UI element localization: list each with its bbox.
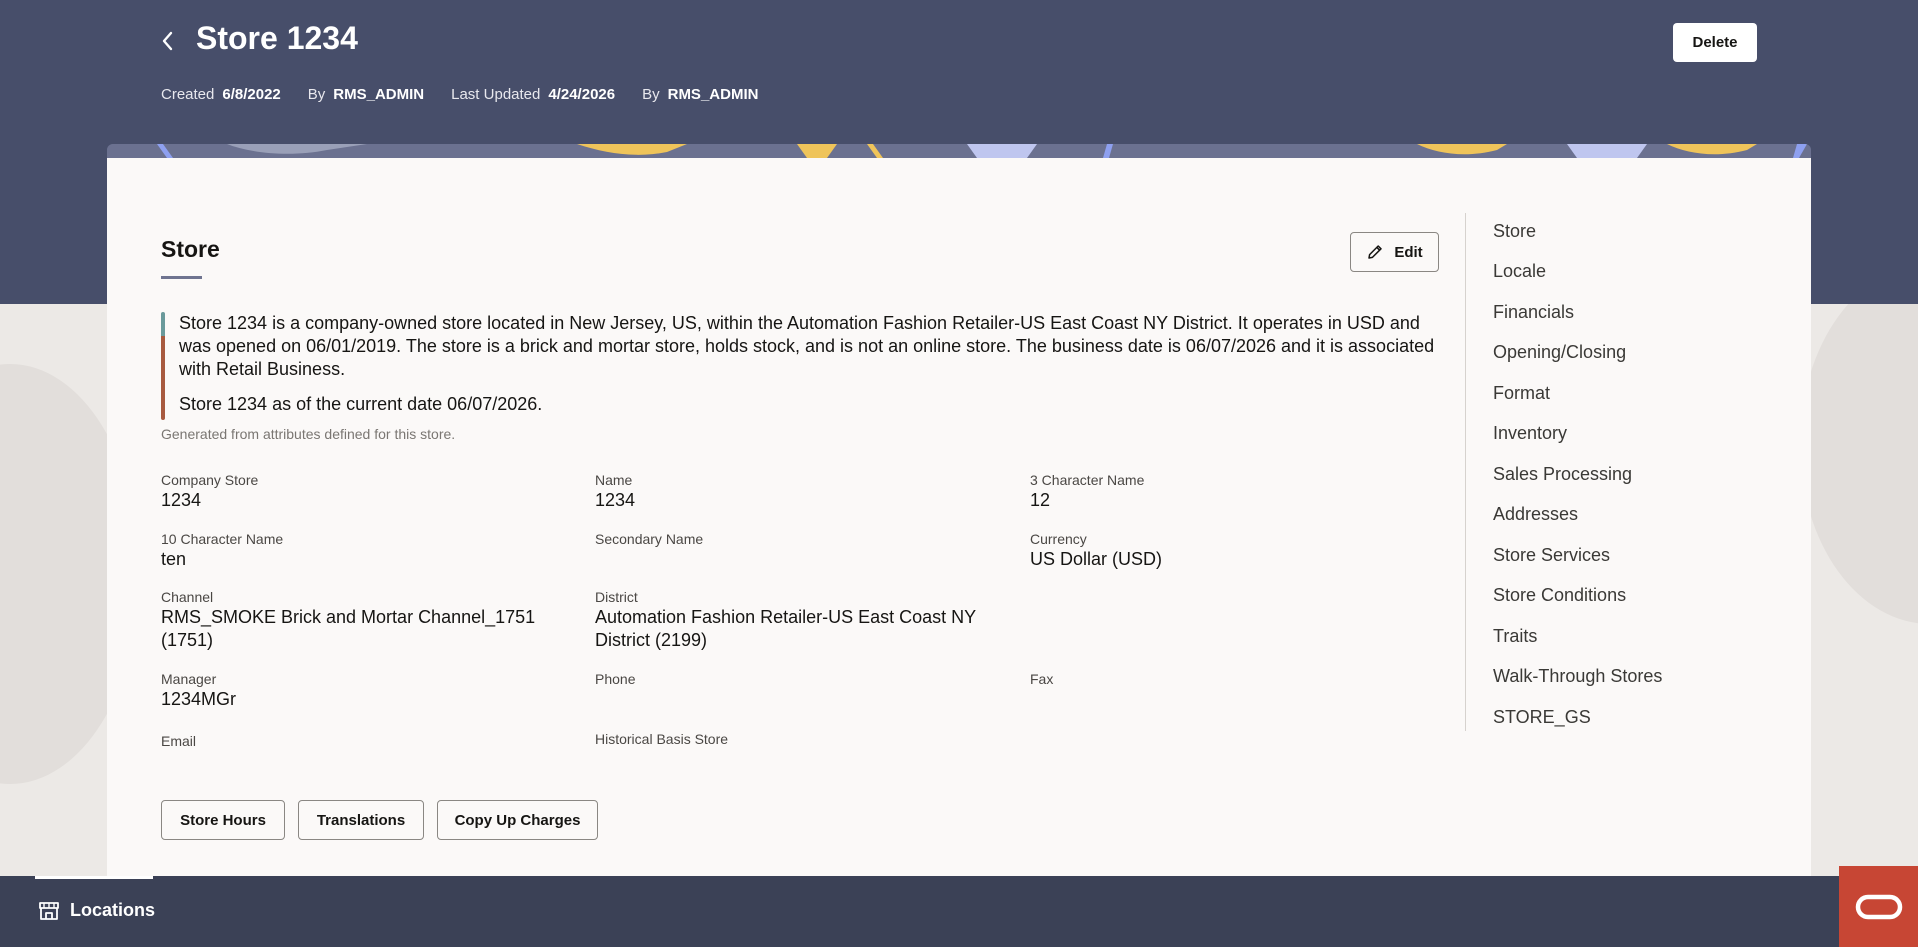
field-label: Currency [1030,531,1087,547]
summary-accent-bar [161,312,165,420]
ai-summary: Store 1234 is a company-owned store loca… [161,312,1441,428]
store-hours-button[interactable]: Store Hours [161,800,285,840]
record-metadata: Created 6/8/2022 By RMS_ADMIN Last Updat… [161,86,785,103]
field-label: Historical Basis Store [595,731,729,747]
locations-tab[interactable]: Locations [38,900,155,921]
page-title: Store 1234 [196,20,358,56]
chevron-left-icon [162,31,173,51]
updated-by-value: RMS_ADMIN [667,86,759,103]
field-value: 1234 [161,490,202,510]
section-title: Store [161,236,220,262]
copy-up-charges-button[interactable]: Copy Up Charges [437,800,598,840]
field-label: District [595,589,638,605]
field-label: Secondary Name [595,531,704,547]
field-value: 1234 [595,490,636,510]
field-currency: Currency US Dollar (USD) [1030,530,1162,571]
field-label: Name [595,472,633,488]
nav-item-financials[interactable]: Financials [1493,302,1574,323]
nav-item-traits[interactable]: Traits [1493,626,1537,647]
field-label: 10 Character Name [161,531,284,547]
created-by-label: By [307,86,326,103]
field-channel: Channel RMS_SMOKE Brick and Mortar Chann… [161,588,561,652]
delete-button[interactable]: Delete [1673,23,1757,62]
nav-item-store-conditions[interactable]: Store Conditions [1493,585,1626,606]
footer-navigation-bar: Locations [0,876,1918,947]
updated-by-label: By [642,86,660,103]
field-company-store: Company Store 1234 [161,471,258,512]
field-value: RMS_SMOKE Brick and Mortar Channel_1751 … [161,607,536,650]
nav-item-format[interactable]: Format [1493,383,1550,404]
store-details-card: Store Edit Store 1234 is a company-owned… [107,158,1811,876]
field-label: Manager [161,671,217,687]
field-label: Company Store [161,472,259,488]
field-value: 12 [1030,490,1051,510]
pencil-icon [1368,245,1383,259]
field-value: US Dollar (USD) [1030,549,1163,569]
field-phone: Phone [595,670,635,688]
edit-label: Edit [1394,243,1423,261]
store-icon [39,901,59,920]
nav-item-locale[interactable]: Locale [1493,261,1546,282]
summary-paragraph-date: Store 1234 as of the current date 06/07/… [179,394,543,414]
nav-item-opening-closing[interactable]: Opening/Closing [1493,342,1626,363]
oracle-logo-icon[interactable] [1839,866,1918,947]
updated-label: Last Updated [451,86,541,103]
decorative-banner [107,144,1811,158]
field-label: Fax [1030,671,1054,687]
active-tab-indicator [35,876,153,879]
field-value: ten [161,549,187,569]
summary-paragraph: Store 1234 is a company-owned store loca… [179,313,1435,379]
field-value: 1234MGr [161,689,237,709]
translations-button[interactable]: Translations [298,800,424,840]
field-secondary-name: Secondary Name [595,530,703,548]
field-three-character-name: 3 Character Name 12 [1030,471,1144,512]
back-button[interactable] [154,26,180,56]
field-value: Automation Fashion Retailer-US East Coas… [595,607,976,650]
section-title-underline [161,276,202,279]
edit-button[interactable]: Edit [1350,232,1439,272]
field-email: Email [161,732,196,750]
field-label: 3 Character Name [1030,472,1145,488]
page-header: Store 1234 Delete Created 6/8/2022 By RM… [0,0,1918,144]
section-navigation: Store Locale Financials Opening/Closing … [1465,213,1695,731]
created-label: Created [161,86,215,103]
field-district: District Automation Fashion Retailer-US … [595,588,995,652]
nav-item-addresses[interactable]: Addresses [1493,504,1578,525]
field-historical-basis-store: Historical Basis Store [595,730,728,748]
field-name: Name 1234 [595,471,635,512]
field-label: Phone [595,671,636,687]
field-ten-character-name: 10 Character Name ten [161,530,283,571]
nav-item-sales-processing[interactable]: Sales Processing [1493,464,1632,485]
created-by-value: RMS_ADMIN [333,86,425,103]
field-manager: Manager 1234MGr [161,670,236,711]
field-label: Channel [161,589,214,605]
nav-item-store[interactable]: Store [1493,221,1536,242]
field-label: Email [161,733,197,749]
locations-tab-label: Locations [70,900,156,920]
nav-item-inventory[interactable]: Inventory [1493,423,1567,444]
generated-note: Generated from attributes defined for th… [161,426,456,442]
nav-item-store-services[interactable]: Store Services [1493,545,1610,566]
created-value: 6/8/2022 [222,86,281,103]
updated-value: 4/24/2026 [548,86,616,103]
nav-item-walk-through-stores[interactable]: Walk-Through Stores [1493,666,1662,687]
field-fax: Fax [1030,670,1053,688]
nav-item-store-gs[interactable]: STORE_GS [1493,707,1591,728]
